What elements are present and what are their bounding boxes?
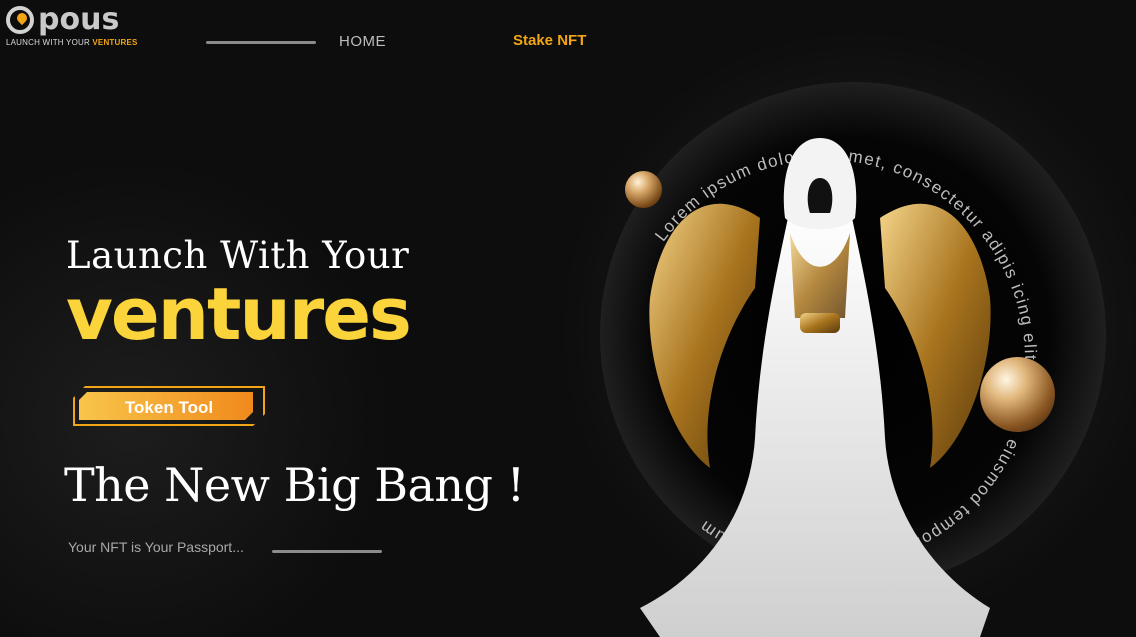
logo[interactable]: pous LAUNCH WITH YOUR VENTURES <box>6 2 156 50</box>
gold-sphere-icon <box>980 357 1055 432</box>
subtext-divider-line <box>272 550 382 553</box>
hero-title: ventures <box>66 272 412 356</box>
nav-divider-line <box>206 41 316 44</box>
angel-figure-illustration <box>640 138 991 637</box>
hero-subtext: Your NFT is Your Passport... <box>68 539 244 555</box>
logo-tagline-accent: VENTURES <box>92 38 138 47</box>
token-tool-button[interactable]: Token Tool <box>73 386 265 426</box>
nav-stake-nft-link[interactable]: Stake NFT <box>513 32 586 49</box>
hero-subtitle: Launch With Your <box>66 234 410 277</box>
logo-tagline: LAUNCH WITH YOUR VENTURES <box>6 38 138 47</box>
logo-mark-icon <box>6 6 34 34</box>
logo-text: pous <box>38 2 120 37</box>
token-tool-button-label: Token Tool <box>124 398 214 417</box>
hero-headline: The New Big Bang ! <box>64 458 525 512</box>
logo-tagline-prefix: LAUNCH WITH YOUR <box>6 38 93 47</box>
nav-home-link[interactable]: HOME <box>339 33 386 50</box>
